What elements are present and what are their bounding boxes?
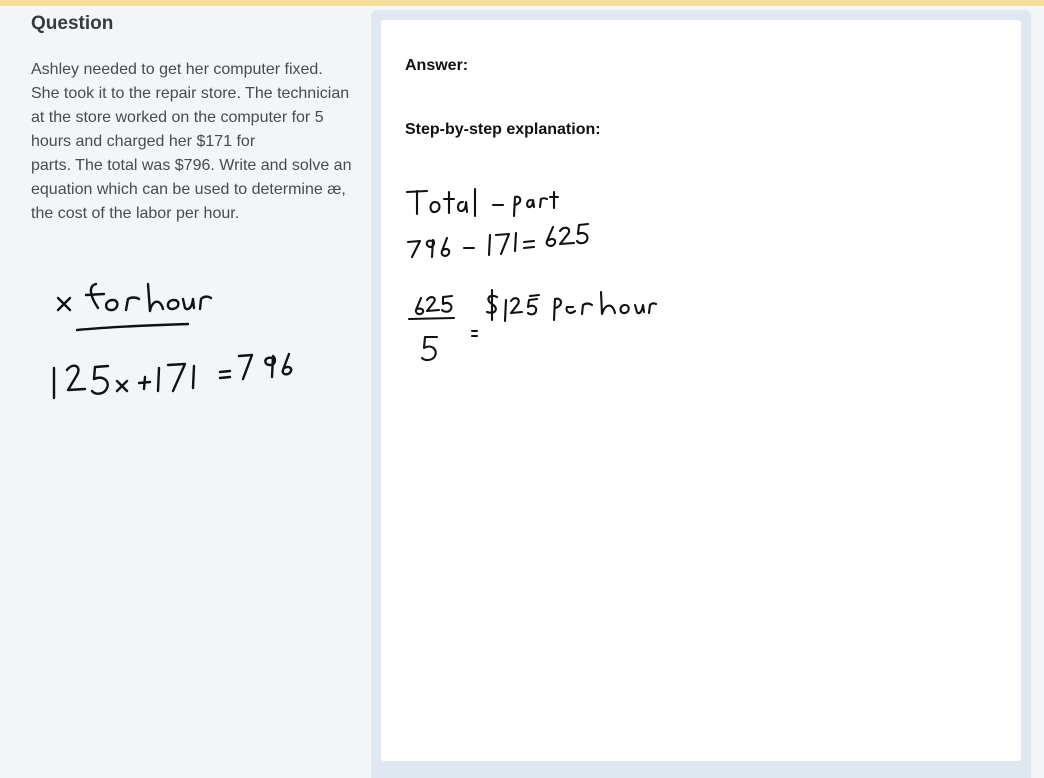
question-pane: Question Ashley needed to get her comput… — [0, 6, 370, 778]
question-text: Ashley needed to get her computer fixed.… — [31, 58, 353, 226]
question-text-line-2: parts. The total was $796. Write and sol… — [31, 157, 352, 222]
question-text-line-1: Ashley needed to get her computer fixed.… — [31, 61, 350, 150]
answer-card: Answer: Step-by-step explanation: — [381, 20, 1021, 761]
answer-label: Answer: — [405, 57, 469, 74]
question-handwritten-work — [52, 282, 293, 400]
answer-handwritten-work — [405, 187, 657, 362]
answer-panel: Answer: Step-by-step explanation: — [371, 10, 1031, 778]
question-heading: Question — [31, 13, 114, 34]
steps-label: Step-by-step explanation: — [405, 121, 601, 138]
